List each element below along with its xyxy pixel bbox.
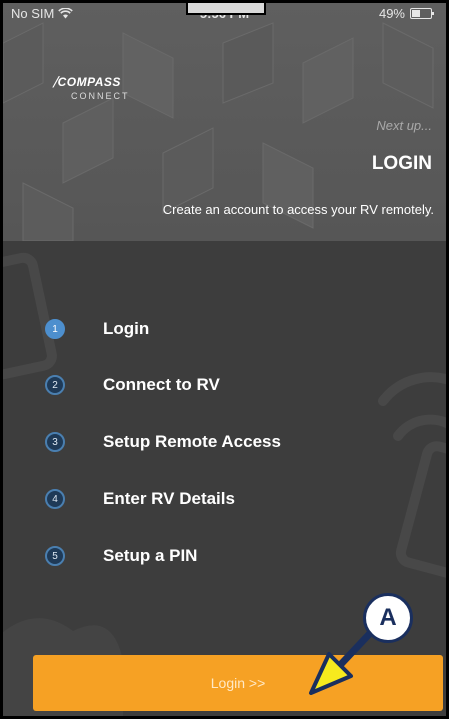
step-item: 2 Connect to RV <box>43 373 220 397</box>
header-panel: ⧸COMPASS CONNECT Next up... LOGIN Create… <box>3 3 446 241</box>
login-button[interactable]: Login >> <box>33 655 443 711</box>
step-item: 1 Login <box>43 317 149 341</box>
page-title: LOGIN <box>371 153 432 174</box>
step-label: Enter RV Details <box>103 489 235 508</box>
step-item: 3 Setup Remote Access <box>43 430 281 454</box>
battery-icon <box>410 8 434 19</box>
page-subtitle: Create an account to access your RV remo… <box>162 202 434 217</box>
logo-subtext: CONNECT <box>71 91 130 101</box>
battery-percent: 49% <box>378 6 405 21</box>
step-label: Login <box>103 319 150 338</box>
compass-connect-logo: ⧸COMPASS CONNECT <box>53 75 130 101</box>
step-item: 4 Enter RV Details <box>43 487 235 511</box>
next-up-label: Next up... <box>376 118 432 133</box>
top-notch-tab <box>186 3 266 15</box>
step-label: Setup Remote Access <box>103 432 281 451</box>
step-label: Setup a PIN <box>103 546 198 565</box>
logo-text: COMPASS <box>57 75 121 89</box>
step-item: 5 Setup a PIN <box>43 544 197 568</box>
step-number-badge: 1 <box>45 319 65 339</box>
step-number-badge: 4 <box>45 489 65 509</box>
background-decoration <box>3 252 446 716</box>
step-number-badge: 5 <box>45 546 65 566</box>
phone-screen: ⧸COMPASS CONNECT Next up... LOGIN Create… <box>0 0 449 719</box>
onboarding-steps-panel: 1 Login 2 Connect to RV 3 Setup Remote Access… <box>3 241 446 716</box>
step-label: Connect to RV <box>103 375 220 394</box>
step-number-badge: 3 <box>45 432 65 452</box>
step-number-badge: 2 <box>45 375 65 395</box>
annotation-callout-a: A <box>363 593 413 643</box>
